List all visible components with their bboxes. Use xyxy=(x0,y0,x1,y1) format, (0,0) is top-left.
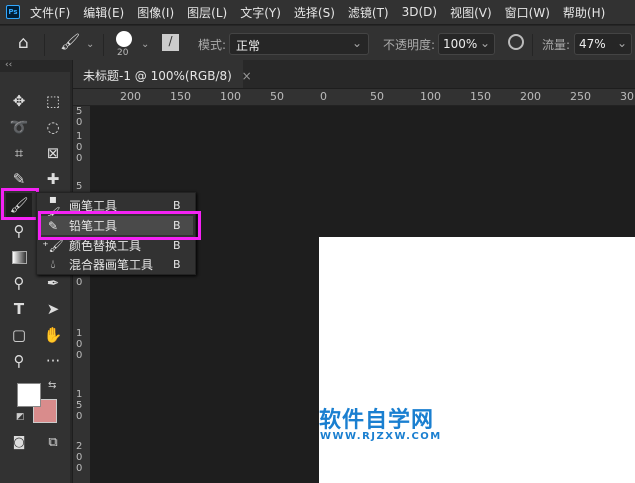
opacity-label: 不透明度: xyxy=(383,38,436,52)
ruler-label: 150 xyxy=(170,90,191,103)
flow-value: 47% xyxy=(579,37,606,51)
healing-brush-icon[interactable]: ✚ xyxy=(40,167,66,191)
ruler-label: 100 xyxy=(220,90,241,103)
mode-select[interactable]: 正常 ⌄ xyxy=(229,33,369,55)
brush-settings-icon[interactable]: / xyxy=(162,34,179,51)
move-tool-icon[interactable]: ✥ xyxy=(6,89,32,113)
brush-tool-highlight xyxy=(1,188,39,220)
close-tab-icon[interactable]: × xyxy=(242,69,252,83)
flow-label: 流量: xyxy=(542,38,571,52)
lasso-tool-icon[interactable]: ➰ xyxy=(6,115,32,139)
watermark-url: WWW.RJZXW.COM xyxy=(320,431,442,442)
crop-tool-icon[interactable]: ⌗ xyxy=(6,141,32,165)
menu-image[interactable]: 图像(I) xyxy=(137,4,174,21)
ruler-label: 150 xyxy=(76,389,83,422)
type-tool-icon[interactable]: T xyxy=(6,297,32,321)
ruler-label: 0 xyxy=(320,90,327,103)
ruler-label: 200 xyxy=(120,90,141,103)
menu-select[interactable]: 选择(S) xyxy=(294,4,335,21)
ruler-label: 100 xyxy=(76,328,83,361)
ruler-label: 200 xyxy=(76,441,83,474)
menu-filter[interactable]: 滤镜(T) xyxy=(348,4,389,21)
ruler-label: 50 xyxy=(270,90,284,103)
ruler-label: 30 xyxy=(620,90,634,103)
shape-tool-icon[interactable]: ▢ xyxy=(6,323,32,347)
brush-preset-icon[interactable]: 🖌︎ xyxy=(60,32,80,51)
brush-tip-preview[interactable] xyxy=(116,31,132,47)
flyout-item-mixer-brush[interactable]: 💧︎ 混合器画笔工具 B xyxy=(41,255,193,274)
default-colors-icon[interactable]: ◩ xyxy=(16,412,25,422)
collapse-icon[interactable]: ‹‹ xyxy=(5,60,12,70)
ruler-label: 100 xyxy=(76,131,83,164)
item-shortcut: B xyxy=(173,239,181,252)
item-shortcut: B xyxy=(173,258,181,271)
screen-mode-icon[interactable]: ⧉ xyxy=(40,430,66,454)
ruler-label: 5 xyxy=(76,181,83,192)
quick-mask-icon[interactable]: ◙ xyxy=(6,430,32,454)
zoom-tool-icon[interactable]: ⚲ xyxy=(6,349,32,373)
more-tools-icon[interactable]: ··· xyxy=(40,349,66,373)
document-title: 未标题-1 @ 100%(RGB/8) xyxy=(83,69,232,83)
ruler-label: 50 xyxy=(76,106,83,128)
opacity-input[interactable]: 100% ⌄ xyxy=(438,33,495,55)
home-icon[interactable]: ⌂ xyxy=(18,33,29,53)
color-replace-icon: ⁺🖌︎ xyxy=(42,238,64,253)
ruler-label: 50 xyxy=(370,90,384,103)
mode-value: 正常 xyxy=(236,39,261,53)
path-select-icon[interactable]: ➤ xyxy=(40,297,66,321)
ruler-label: 200 xyxy=(520,90,541,103)
item-label: 混合器画笔工具 xyxy=(69,258,154,272)
chevron-down-icon[interactable]: ⌄ xyxy=(86,39,94,50)
vertical-ruler: 50 100 5 50 100 150 200 xyxy=(73,106,90,483)
menu-type[interactable]: 文字(Y) xyxy=(240,4,281,21)
watermark-title: 软件自学网 xyxy=(319,408,435,433)
pressure-opacity-icon[interactable] xyxy=(508,34,524,50)
flow-input[interactable]: 47% ⌄ xyxy=(574,33,632,55)
clone-stamp-icon[interactable]: ⚲ xyxy=(6,219,32,243)
ruler-label: 250 xyxy=(570,90,591,103)
ruler-label: 150 xyxy=(470,90,491,103)
document-tab[interactable]: 未标题-1 @ 100%(RGB/8) × xyxy=(73,60,252,88)
brush-size: 20 xyxy=(117,48,129,58)
foreground-color-swatch[interactable] xyxy=(17,383,41,407)
dodge-tool-icon[interactable]: ⚲ xyxy=(6,271,32,295)
tools-column: ✥ ⬚ ➰ ◌ ⌗ ⊠ ✎ ✚ 🖌︎ ⚲ ⚲ ✒ T ➤ ▢ ✋ ⚲ ··· ⇆… xyxy=(0,72,70,483)
hand-tool-icon[interactable]: ✋ xyxy=(40,323,66,347)
menu-help[interactable]: 帮助(H) xyxy=(563,4,605,21)
menu-layer[interactable]: 图层(L) xyxy=(187,4,227,21)
mixer-brush-icon: 💧︎ xyxy=(50,257,56,271)
frame-tool-icon[interactable]: ⊠ xyxy=(40,141,66,165)
options-bar: ⌂ 🖌︎ ⌄ 20 ⌄ / 模式: 正常 ⌄ 不透明度: 100% ⌄ 流量: 47… xyxy=(0,25,635,60)
menu-3d[interactable]: 3D(D) xyxy=(402,5,437,19)
menu-bar: Ps 文件(F) 编辑(E) 图像(I) 图层(L) 文字(Y) 选择(S) 滤… xyxy=(0,0,635,24)
quick-select-tool-icon[interactable]: ◌ xyxy=(40,115,66,139)
mode-label: 模式: xyxy=(198,38,227,52)
horizontal-ruler: 200 150 100 50 0 50 100 150 200 250 30 xyxy=(73,89,635,106)
ruler-label: 100 xyxy=(420,90,441,103)
menu-window[interactable]: 窗口(W) xyxy=(505,4,550,21)
document-canvas[interactable] xyxy=(319,237,635,483)
menu-edit[interactable]: 编辑(E) xyxy=(83,4,124,21)
menu-file[interactable]: 文件(F) xyxy=(30,4,70,21)
swap-colors-icon[interactable]: ⇆ xyxy=(48,380,56,391)
marquee-tool-icon[interactable]: ⬚ xyxy=(40,89,66,113)
menu-view[interactable]: 视图(V) xyxy=(450,4,492,21)
gradient-tool-icon[interactable] xyxy=(6,245,32,269)
photoshop-logo: Ps xyxy=(6,5,20,19)
pencil-tool-highlight xyxy=(38,211,201,240)
opacity-value: 100% xyxy=(443,37,478,51)
chevron-down-icon[interactable]: ⌄ xyxy=(141,39,149,50)
